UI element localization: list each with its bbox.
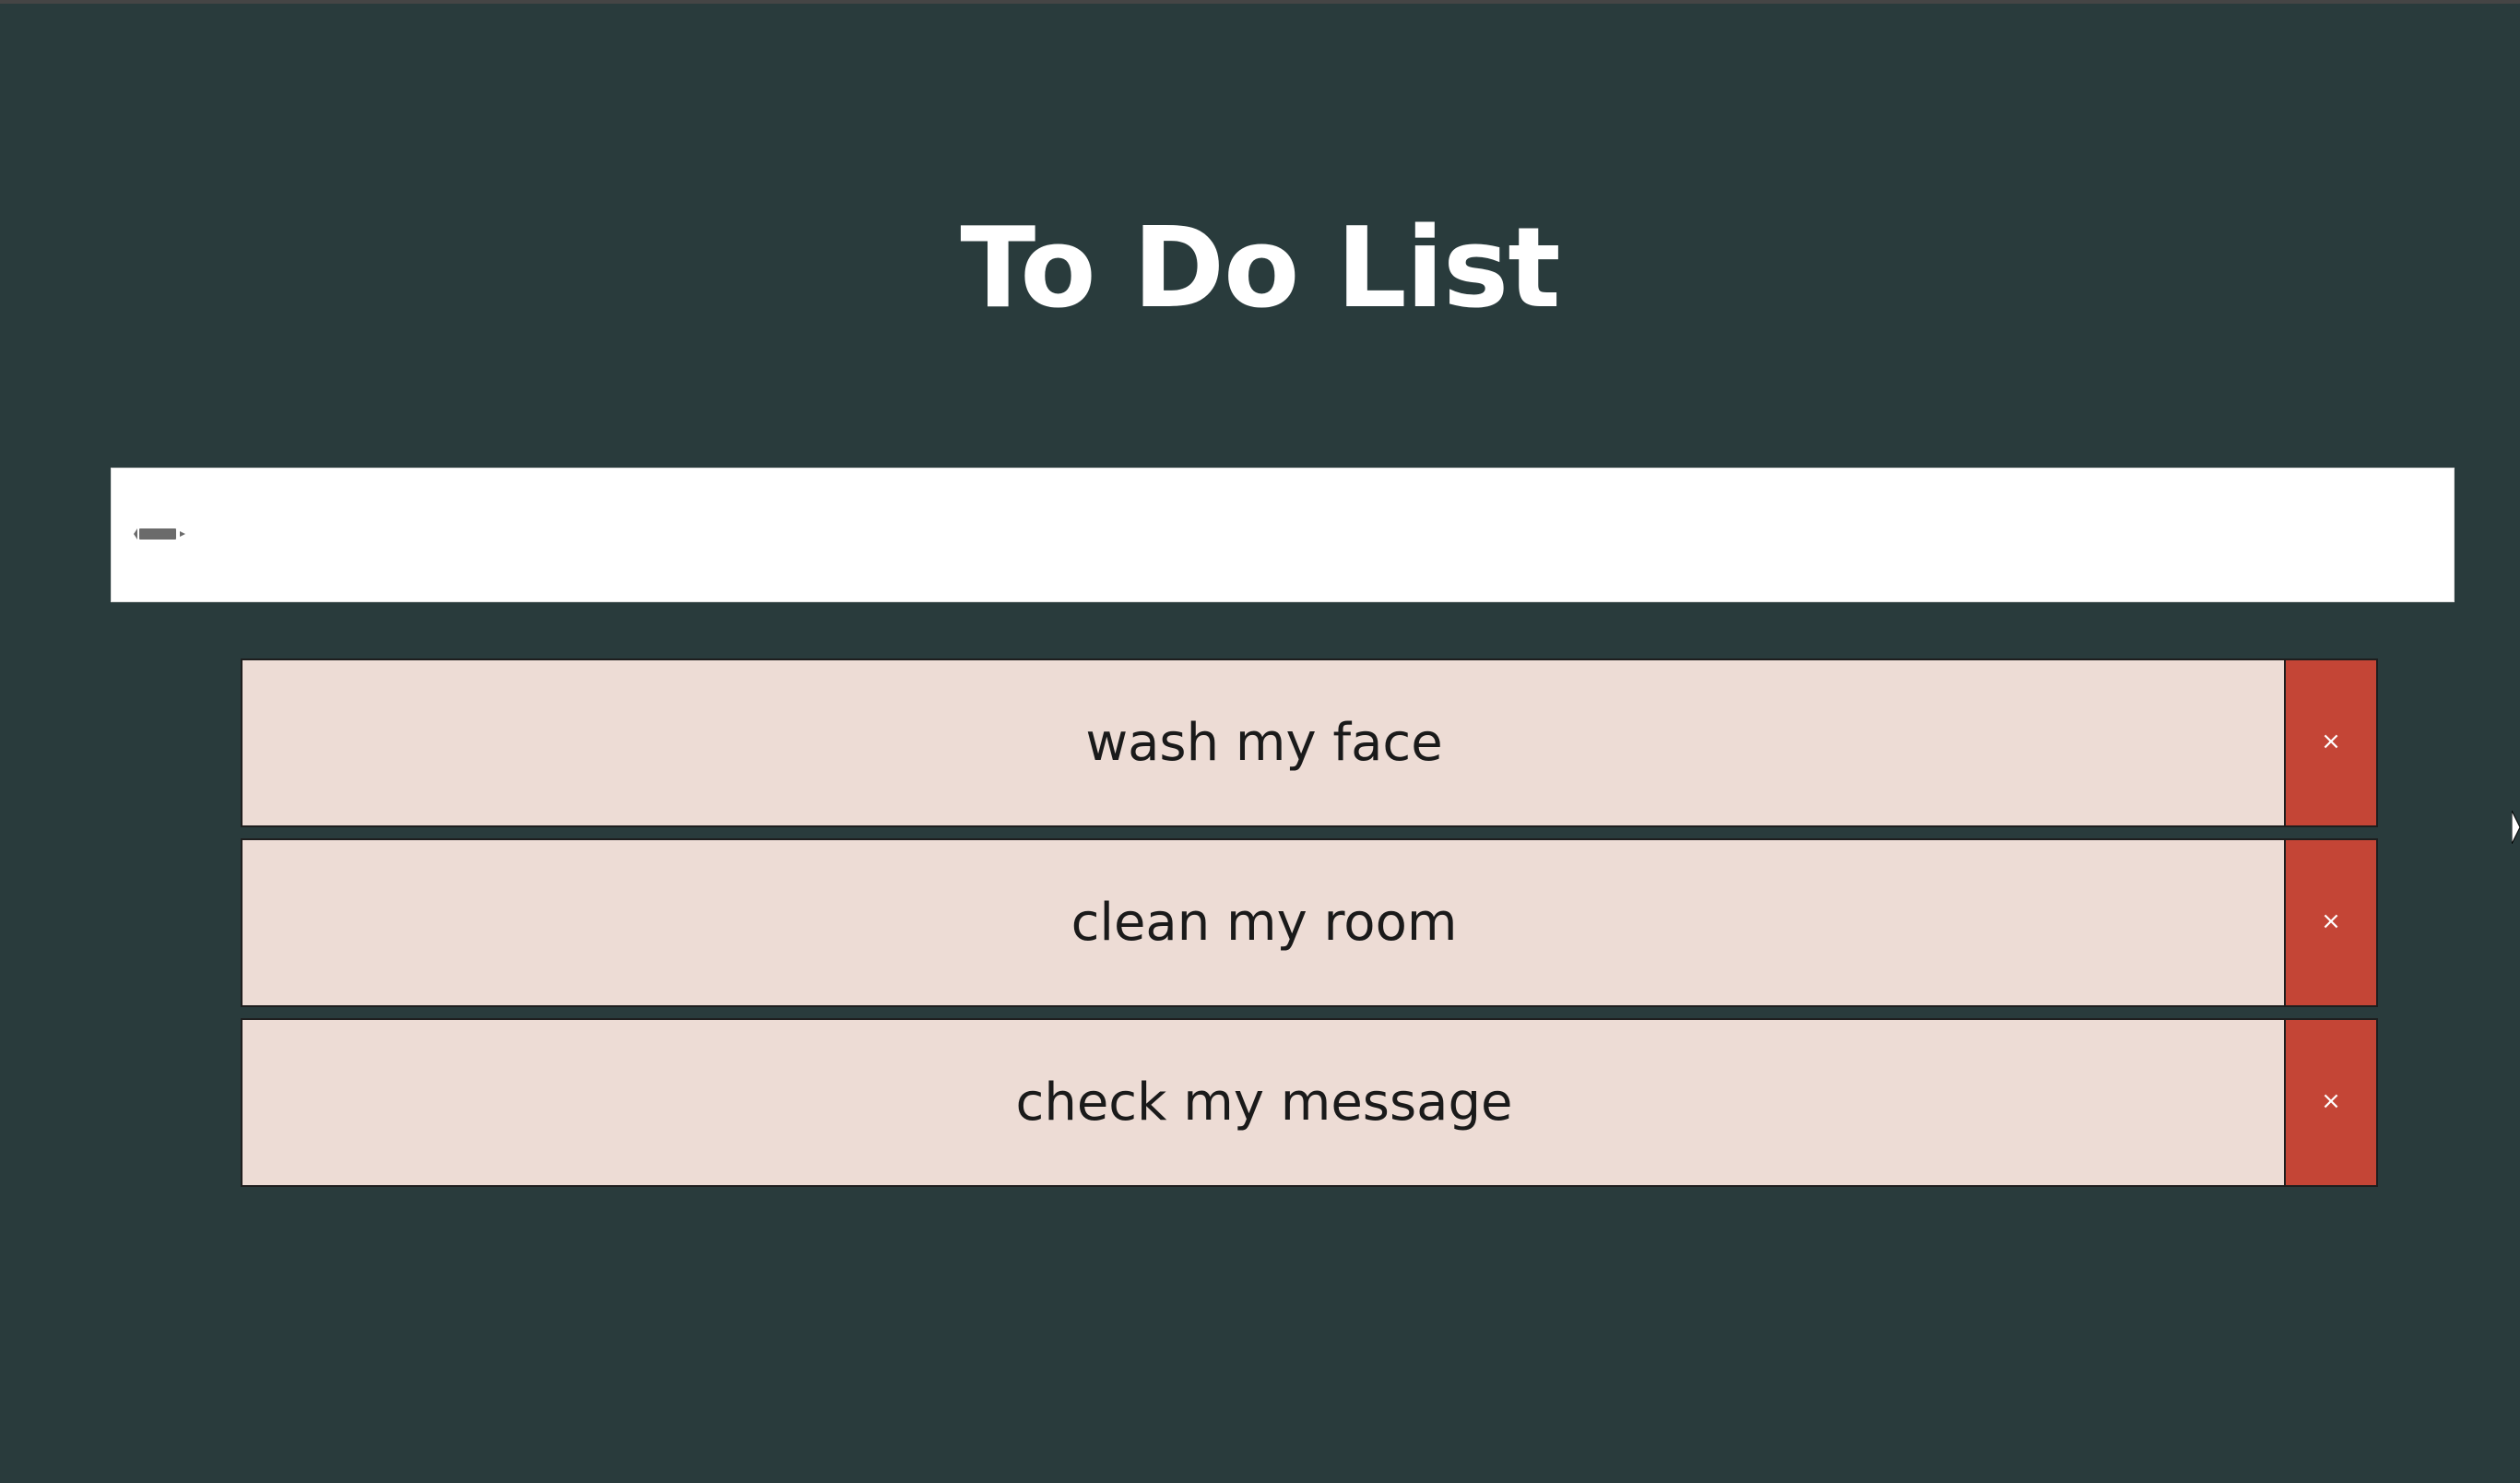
delete-button[interactable]: × <box>2284 660 2376 825</box>
close-icon: × <box>2321 1086 2341 1115</box>
todo-list: wash my face × clean my room × check my … <box>241 658 2378 1198</box>
delete-button[interactable]: × <box>2284 840 2376 1005</box>
todo-item-text: clean my room <box>1071 893 1458 953</box>
window-top-border <box>0 0 2520 4</box>
todo-item-text: wash my face <box>1085 713 1443 773</box>
pen-icon <box>134 528 185 540</box>
close-icon: × <box>2321 727 2341 755</box>
new-task-field[interactable] <box>111 468 2455 603</box>
new-task-input[interactable] <box>185 469 2439 603</box>
todo-item[interactable]: wash my face × <box>241 658 2378 827</box>
close-icon: × <box>2321 907 2341 935</box>
page-title: To Do List <box>960 205 1560 333</box>
mouse-cursor-icon <box>2512 811 2520 844</box>
todo-item[interactable]: clean my room × <box>241 838 2378 1007</box>
todo-item[interactable]: check my message × <box>241 1018 2378 1187</box>
delete-button[interactable]: × <box>2284 1020 2376 1185</box>
todo-item-text: check my message <box>1015 1073 1513 1133</box>
